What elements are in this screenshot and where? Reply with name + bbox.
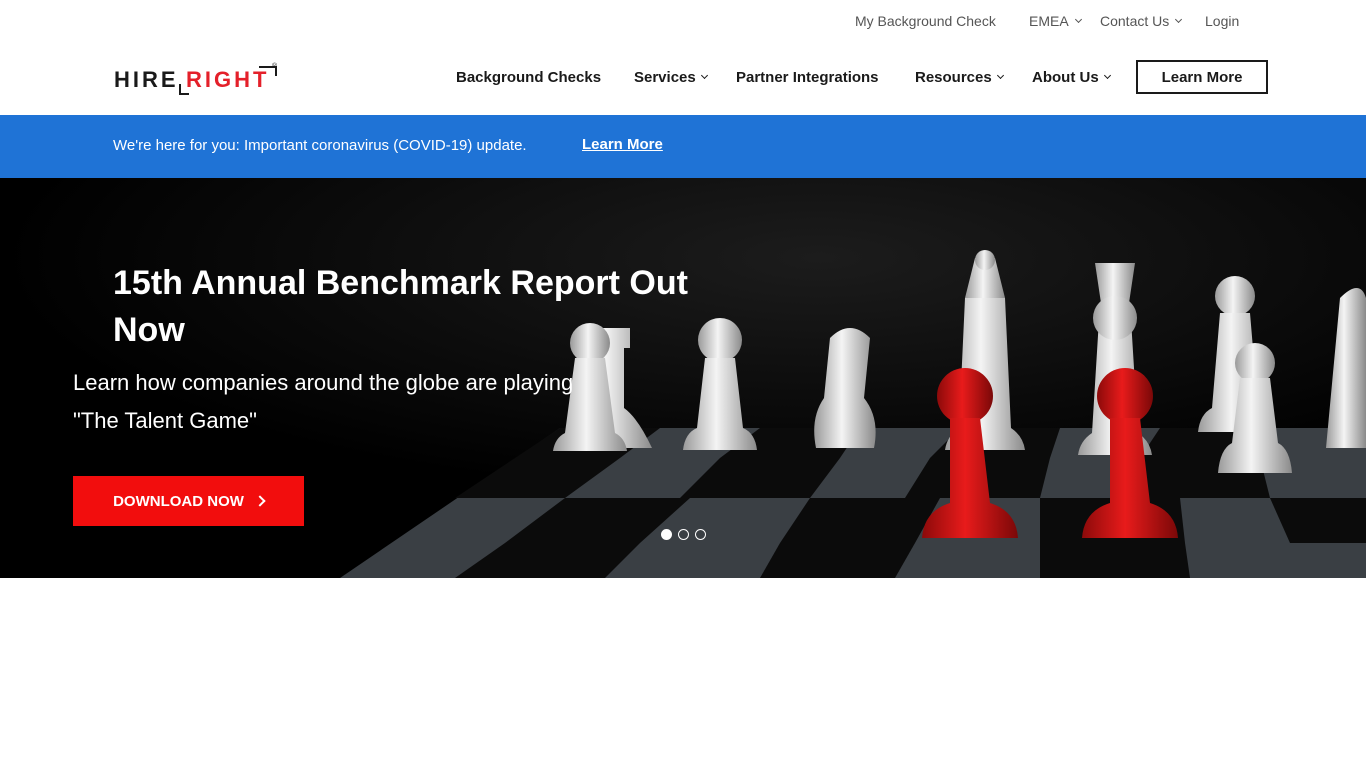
chevron-down-icon [1074,15,1082,23]
my-background-check-label: My Background Check [855,13,996,29]
nav-background-checks[interactable]: Background Checks [456,69,601,86]
login-link[interactable]: Login [1205,13,1239,29]
download-now-label: DOWNLOAD NOW [113,492,244,510]
learn-more-button[interactable]: Learn More [1136,60,1268,94]
carousel-indicators [661,529,706,540]
carousel-dot-1[interactable] [661,529,672,540]
emea-menu[interactable]: EMEA [1029,13,1082,29]
contact-us-label: Contact Us [1100,13,1170,29]
nav-label: Background Checks [456,69,602,86]
nav-partner-integrations[interactable]: Partner Integrations [736,69,879,86]
chevron-right-icon [254,495,266,507]
nav-label: Services [634,69,696,86]
nav-about-us[interactable]: About Us [1032,69,1111,86]
nav-label: About Us [1032,69,1099,86]
nav-resources[interactable]: Resources [915,69,1004,86]
hero-carousel: 15th Annual Benchmark Report Out Now Lea… [0,178,1366,578]
download-now-button[interactable]: DOWNLOAD NOW [73,476,304,526]
carousel-dot-2[interactable] [678,529,689,540]
logo-text-right: RIGHT [186,67,270,92]
contact-us-menu[interactable]: Contact Us [1100,13,1183,29]
my-background-check-link[interactable]: My Background Check [855,13,996,29]
utility-bar: My Background Check EMEA Contact Us Logi… [0,0,1366,42]
banner-learn-more-link[interactable]: Learn More [582,136,663,153]
chevron-down-icon [700,71,708,80]
nav-label: Resources [915,69,992,86]
nav-services[interactable]: Services [634,69,708,86]
emea-label: EMEA [1029,13,1069,29]
hero-subtitle: Learn how companies around the globe are… [73,370,574,433]
logo-text-hire: HIRE [114,67,179,92]
banner-message: We're here for you: Important coronaviru… [113,137,527,154]
chevron-down-icon [1175,15,1183,23]
hero-title: 15th Annual Benchmark Report Out Now [113,264,688,349]
hireright-logo[interactable]: HIRE RIGHT ® [114,63,278,98]
logo-registered-mark: ® [272,63,278,70]
nav-label: Partner Integrations [736,69,879,86]
chevron-down-icon [996,71,1004,80]
covid-alert-banner: We're here for you: Important coronaviru… [0,115,1366,178]
login-label: Login [1205,13,1240,29]
carousel-dot-3[interactable] [695,529,706,540]
chevron-down-icon [1103,71,1111,80]
